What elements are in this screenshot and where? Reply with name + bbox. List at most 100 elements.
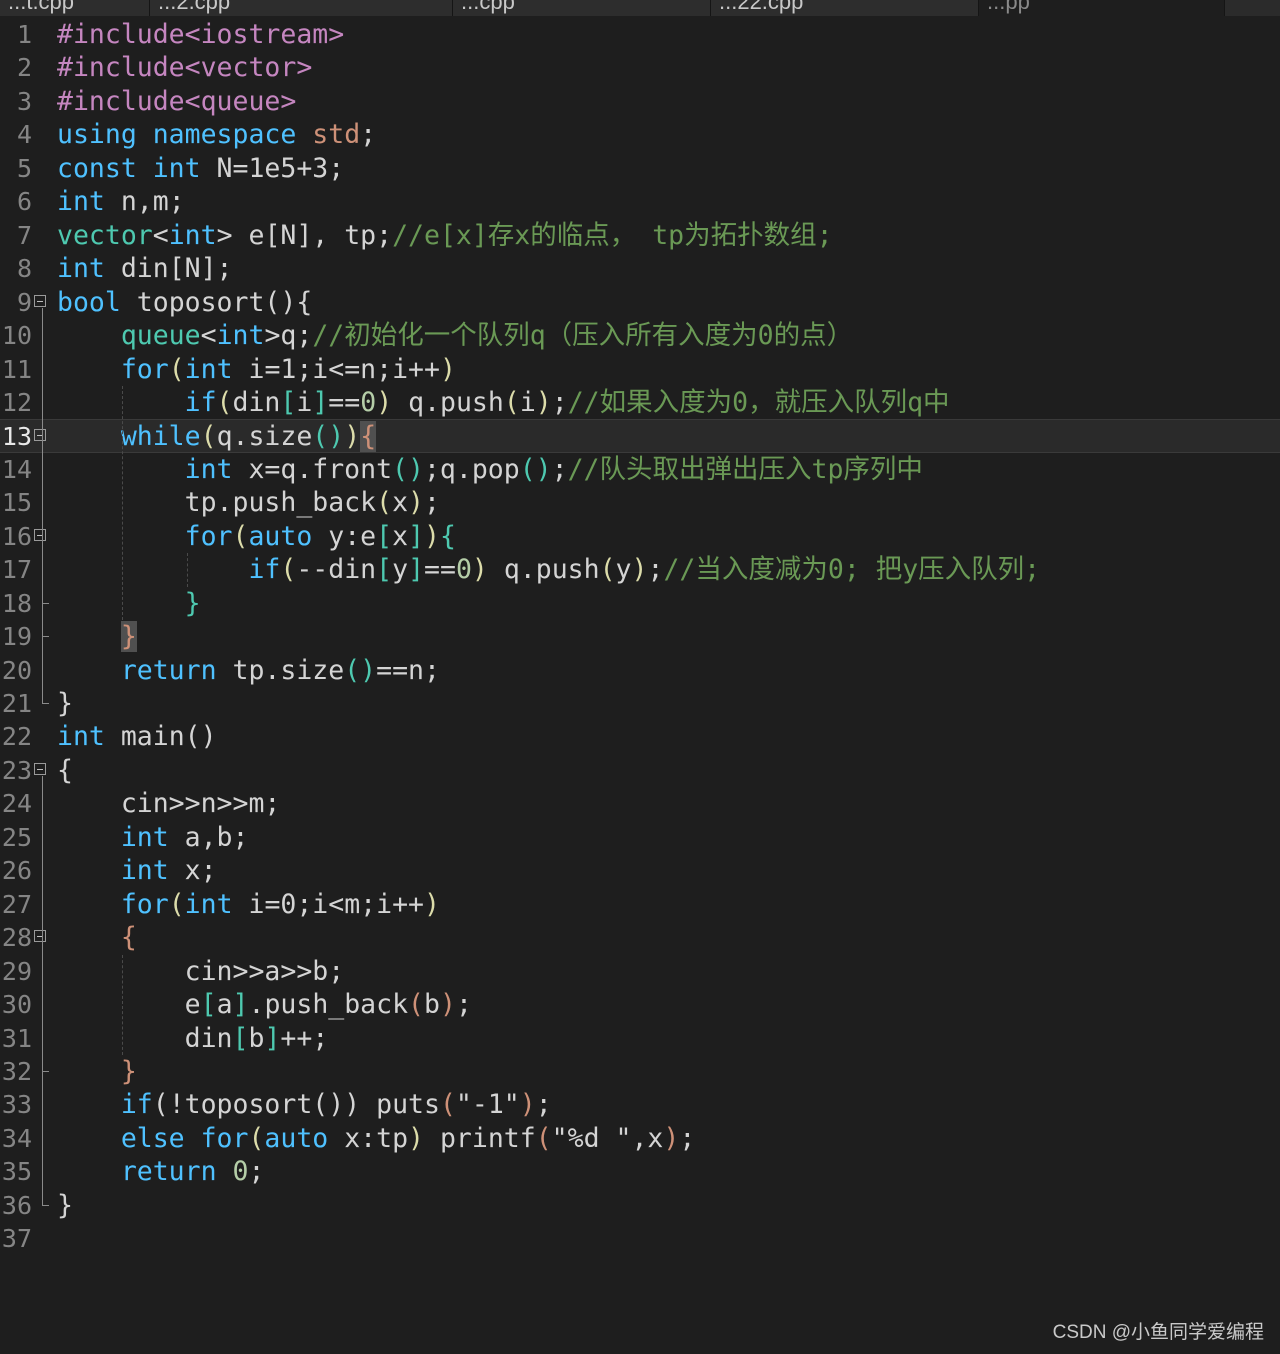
code-line-7[interactable]: 7 vector<int> e[N], tp;//e[x]存x的临点， tp为拓扑… [0, 219, 1280, 252]
code-token: ) [344, 421, 361, 453]
line-number: 16 [1, 521, 32, 551]
code-line-34[interactable]: 34 else for(auto x:tp) printf("%d ",x); [0, 1122, 1280, 1155]
code-token: ] [312, 386, 329, 418]
code-line-12[interactable]: 12 if(din[i]==0) q.push(i);//如果入度为0，就压入队… [0, 386, 1280, 419]
code-token: ;q.pop [423, 453, 520, 485]
code-token: //如果入度为0，就压入队列q中 [567, 386, 950, 418]
code-token: ( [216, 386, 233, 418]
code-line-24[interactable]: 24 cin>>n>>m; [0, 787, 1280, 820]
code-line-13[interactable]: 13 while(q.size()){ [0, 419, 1280, 453]
code-line-32[interactable]: 32 } [0, 1055, 1280, 1088]
code-line-18[interactable]: 18 } [0, 587, 1280, 620]
code-line-33[interactable]: 33 if(!toposort()) puts("-1"); [0, 1088, 1280, 1121]
code-token: int [57, 186, 121, 218]
code-line-2[interactable]: 2 #include<vector> [0, 51, 1280, 84]
code-text: else for(auto x:tp) printf("%d ",x); [57, 1122, 695, 1155]
code-token: ; [360, 119, 377, 151]
code-token: i=1;i<=n;i++ [248, 353, 440, 385]
code-token: ; [424, 487, 440, 519]
editor-tab-2[interactable]: ...2.cpp [150, 0, 453, 16]
editor-tab-5[interactable]: ...pp [979, 0, 1225, 16]
code-token: for [57, 520, 233, 552]
code-text: int din[N]; [57, 252, 233, 285]
fold-toggle-icon[interactable] [34, 429, 46, 442]
fold-toggle-icon[interactable] [34, 930, 46, 943]
fold-toggle-icon[interactable] [34, 762, 46, 775]
code-token: i=0;i<m;i++ [248, 888, 424, 920]
code-text: int n,m; [57, 185, 185, 218]
code-line-15[interactable]: 15 tp.push_back(x); [0, 486, 1280, 519]
code-line-23[interactable]: 23 { [0, 754, 1280, 787]
editor-tab-4[interactable]: ...22.cpp [711, 0, 979, 16]
code-line-28[interactable]: 28 { [0, 921, 1280, 954]
code-token: e [57, 989, 201, 1021]
code-token: x [392, 487, 409, 519]
code-line-17[interactable]: 17 if(--din[y]==0) q.push(y);//当入度减为0; 把… [0, 553, 1280, 586]
code-token: a,b; [184, 821, 249, 853]
code-token: n,m; [120, 186, 185, 218]
code-text: din[b]++; [57, 1022, 329, 1055]
code-line-6[interactable]: 6 int n,m; [0, 185, 1280, 218]
line-number: 6 [16, 187, 32, 217]
line-number: 35 [1, 1157, 32, 1187]
code-line-27[interactable]: 27 for(int i=0;i<m;i++) [0, 888, 1280, 921]
code-line-10[interactable]: 10 queue<int>q;//初始化一个队列q（压入所有入度为0的点） [0, 319, 1280, 352]
watermark: CSDN @小鱼同学爱编程 [1052, 1322, 1264, 1343]
code-token: i [519, 386, 536, 418]
code-line-9[interactable]: 9 bool toposort(){ [0, 286, 1280, 319]
fold-toggle-icon[interactable] [34, 528, 46, 541]
code-line-25[interactable]: 25 int a,b; [0, 821, 1280, 854]
code-line-16[interactable]: 16 for(auto y:e[x]){ [0, 520, 1280, 553]
code-line-4[interactable]: 4 using namespace std; [0, 118, 1280, 151]
fold-toggle-icon[interactable] [34, 294, 46, 307]
line-number: 36 [1, 1190, 32, 1220]
code-text: int a,b; [57, 821, 249, 854]
code-line-37[interactable]: 37 [0, 1222, 1280, 1255]
code-line-8[interactable]: 8 int din[N]; [0, 252, 1280, 285]
code-token: din [57, 1022, 233, 1054]
code-token: din [232, 386, 281, 418]
code-token: == [424, 554, 456, 586]
code-line-31[interactable]: 31 din[b]++; [0, 1022, 1280, 1055]
code-line-5[interactable]: 5 const int N=1e5+3; [0, 152, 1280, 185]
code-token: tp.size [232, 654, 345, 686]
code-text: for(int i=1;i<=n;i++) [57, 353, 456, 386]
code-line-29[interactable]: 29 cin>>a>>b; [0, 955, 1280, 988]
fold-region-end [42, 703, 49, 704]
code-token: ; [455, 989, 472, 1021]
code-line-21[interactable]: 21} [0, 687, 1280, 720]
code-token: int [57, 855, 185, 887]
code-token: //当入度减为0; 把y压入队列; [663, 554, 1041, 586]
code-token: } [57, 688, 73, 719]
editor-tab-1[interactable]: ...t.cpp [0, 0, 150, 16]
code-line-11[interactable]: 11 for(int i=1;i<=n;i++) [0, 353, 1280, 386]
code-token: ++; [280, 1022, 329, 1054]
code-token: ; [551, 453, 568, 485]
code-token: ( [439, 1089, 456, 1121]
code-token: ==n; [376, 654, 440, 686]
line-number: 25 [1, 822, 32, 852]
code-token: ; [647, 554, 664, 586]
code-line-22[interactable]: 22 int main() [0, 720, 1280, 753]
code-token: N=1e5+3; [216, 152, 345, 184]
code-token: int [168, 219, 217, 251]
code-token: { [57, 922, 137, 954]
code-text: if(--din[y]==0) q.push(y);//当入度减为0; 把y压入… [57, 553, 1040, 586]
line-number: 3 [16, 86, 32, 116]
code-line-20[interactable]: 20 return tp.size()==n; [0, 654, 1280, 687]
code-token: q.size [216, 421, 313, 453]
code-line-26[interactable]: 26 int x; [0, 854, 1280, 887]
code-token: ) [519, 1089, 536, 1121]
code-token: ( [168, 888, 185, 920]
code-line-19[interactable]: 19 } [0, 620, 1280, 653]
editor-tab-3[interactable]: ...cpp [453, 0, 711, 16]
code-text: if(din[i]==0) q.push(i);//如果入度为0，就压入队列q中 [57, 386, 950, 419]
code-line-1[interactable]: 1 #include<iostream> [0, 18, 1280, 51]
code-line-3[interactable]: 3 #include<queue> [0, 85, 1280, 118]
code-line-36[interactable]: 36} [0, 1189, 1280, 1222]
code-token: #include<vector> [57, 52, 313, 84]
code-line-14[interactable]: 14 int x=q.front();q.pop();//队头取出弹出压入tp序… [0, 453, 1280, 486]
code-editor[interactable]: 1 #include<iostream> 2 #include<vector> 3 #in… [0, 18, 1280, 1258]
code-line-35[interactable]: 35 return 0; [0, 1155, 1280, 1188]
code-line-30[interactable]: 30 e[a].push_back(b); [0, 988, 1280, 1021]
